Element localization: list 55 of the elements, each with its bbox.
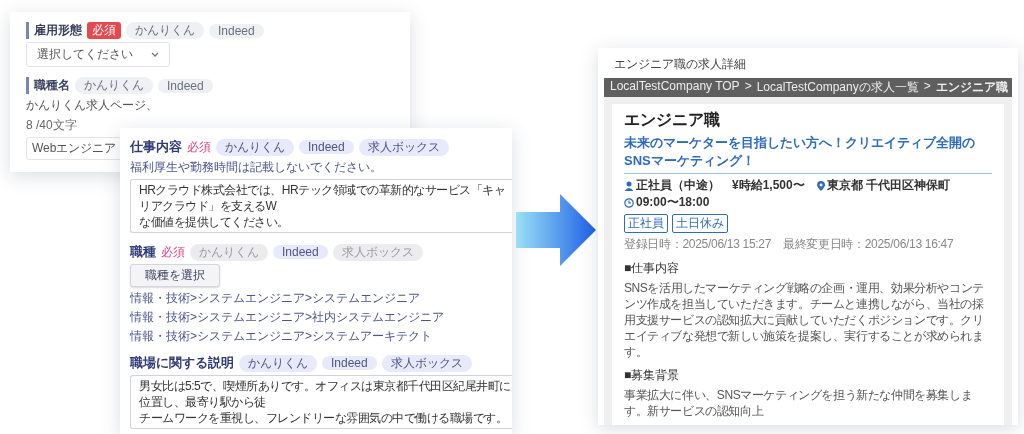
field-hint: かんりくん求人ページ、 bbox=[26, 97, 158, 114]
tag: Indeed bbox=[158, 78, 213, 93]
tag: Indeed bbox=[322, 356, 377, 370]
tag: 求人ボックス bbox=[358, 138, 449, 156]
section-text: 事業拡大に伴い、SNSマーケティングを担う新たな仲間を募集します。新サービスの認知向上 bbox=[624, 387, 974, 419]
field-label: 職種 bbox=[130, 243, 156, 261]
tag: Indeed bbox=[299, 140, 354, 154]
tag: Indeed bbox=[209, 23, 264, 38]
text-area[interactable]: 男女比は5:5で、喫煙所ありです。オフィスは東京都千代田区紀尾井町に位置し、最寄り駅から徒 チームワークを重視し、フレンドリーな雰囲気の中で働ける職場です。 bbox=[130, 375, 512, 429]
section-heading: ■仕事内容 bbox=[624, 260, 680, 277]
required-badge: 必須 bbox=[87, 22, 121, 39]
job-meta: 正社員（中途） bbox=[636, 177, 720, 194]
breadcrumb-separator: > bbox=[923, 79, 931, 95]
char-count: 8 /40文字 bbox=[26, 117, 77, 134]
job-catchphrase: 未来のマーケターを目指したい方へ！クリエイティブ全開のSNSマーケティング！ bbox=[624, 134, 992, 174]
section-heading: ■募集背景 bbox=[624, 367, 680, 384]
select-button[interactable]: 職種を選択 bbox=[130, 264, 220, 287]
job-meta: 09:00〜18:00 bbox=[636, 194, 710, 211]
right-arrow-icon bbox=[516, 194, 596, 266]
text-area[interactable]: HRクラウド株式会社では、HRテック領域での革新的なサービス「キャリアクラウド」を支えるW な価値を提供してください。 bbox=[130, 179, 512, 233]
field-label: 職種名 bbox=[26, 77, 70, 94]
tag: かんりくん bbox=[126, 22, 204, 39]
section-text: SNSを活用したマーケティング戦略の企画・運用、効果分析やコンテンツ作成を担当していただきます。チームと連携しながら、当社の採用支援サービスの認知拡大に貢献していただくポジションです。クリエイティブな発想で新しい施策を提案し、実行することが求められます。 bbox=[624, 280, 985, 360]
breadcrumb-separator: > bbox=[744, 79, 752, 95]
field-label: 職場に関する説明 bbox=[130, 354, 234, 372]
tag: かんりくん bbox=[190, 243, 268, 261]
field-hint: 福利厚生や勤務時間は記載しないでください。 bbox=[130, 159, 382, 176]
tag: Indeed bbox=[273, 245, 328, 259]
tag: 正社員 bbox=[624, 214, 668, 233]
breadcrumb-link[interactable]: LocalTestCompany TOP bbox=[610, 79, 740, 96]
required-mark: 必須 bbox=[187, 138, 211, 156]
person-icon bbox=[624, 180, 634, 191]
category-link[interactable]: 情報・技術>システムエンジニア>システムアーキテクト bbox=[130, 328, 432, 344]
category-link[interactable]: 情報・技術>システムエンジニア>システムエンジニア bbox=[130, 290, 420, 306]
tag: 求人ボックス bbox=[381, 354, 472, 372]
tag: かんりくん bbox=[216, 138, 294, 156]
select-field[interactable]: 選択してください bbox=[26, 42, 170, 67]
breadcrumb-link[interactable]: LocalTestCompanyの求人一覧 bbox=[756, 79, 919, 96]
breadcrumb-current: エンジニア職 bbox=[935, 79, 1008, 96]
map-pin-icon bbox=[816, 180, 825, 191]
field-label: 仕事内容 bbox=[130, 138, 182, 156]
category-link[interactable]: 情報・技術>システムエンジニア>社内システムエンジニア bbox=[130, 309, 444, 325]
clock-icon bbox=[624, 197, 634, 208]
tag: 求人ボックス bbox=[332, 243, 423, 261]
tag: 土日休み bbox=[672, 214, 728, 233]
job-meta: ¥時給1,500〜 bbox=[732, 177, 805, 194]
page-title: エンジニア職の求人詳細 bbox=[613, 56, 747, 73]
chevron-down-icon bbox=[151, 52, 159, 57]
tag: かんりくん bbox=[75, 77, 153, 94]
timestamps: 登録日時：2025/06/13 15:27 最終変更日時：2025/06/13 16:47 bbox=[624, 236, 954, 253]
required-mark: 必須 bbox=[161, 243, 185, 261]
job-meta: 東京都 千代田区神保町 bbox=[826, 177, 951, 194]
tag: かんりくん bbox=[239, 354, 317, 372]
job-title: エンジニア職 bbox=[624, 110, 720, 130]
field-label: 雇用形態 bbox=[26, 22, 82, 39]
